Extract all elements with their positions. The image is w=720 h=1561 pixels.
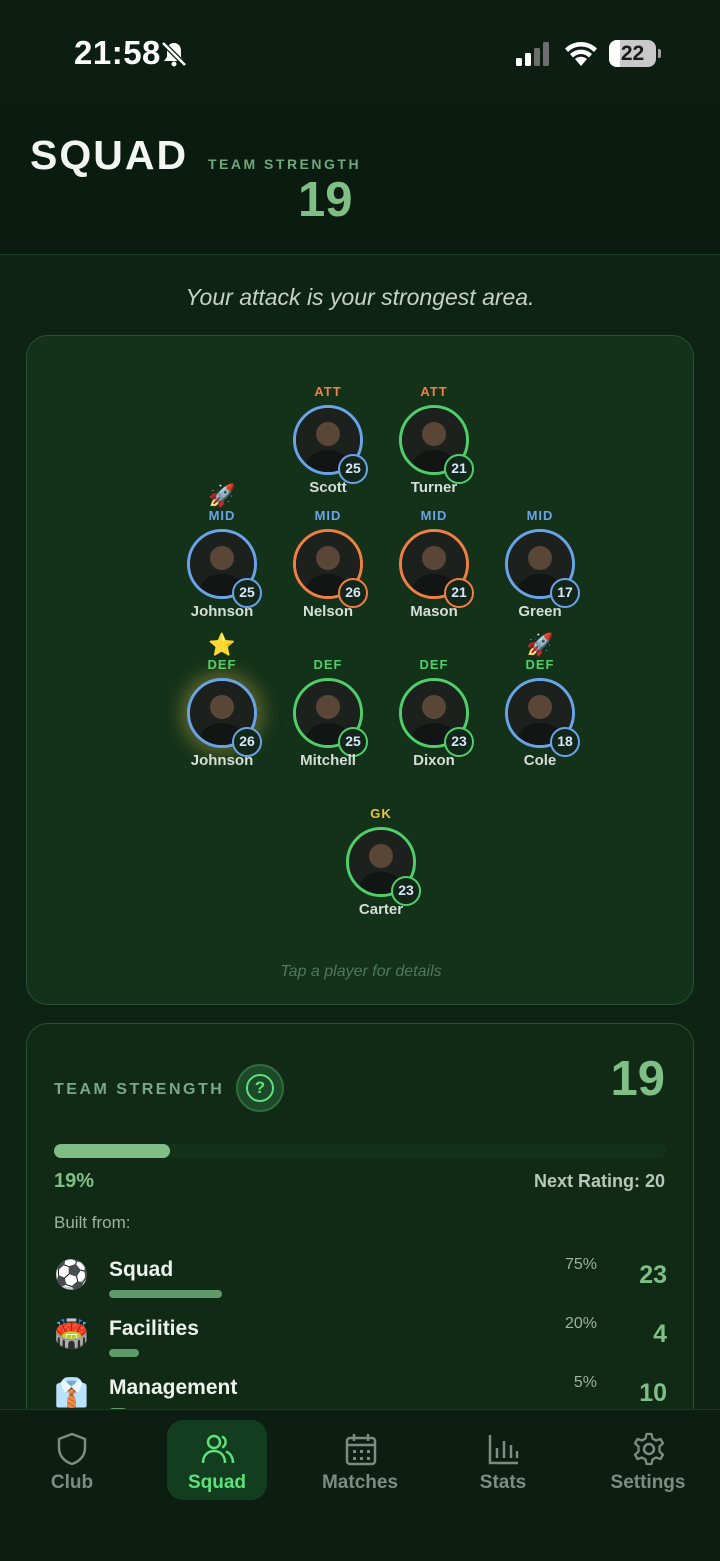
- shield-icon: [57, 1432, 87, 1466]
- player-position: MID: [526, 508, 554, 523]
- card-strength-value: 19: [610, 1052, 665, 1106]
- status-time: 21:58: [74, 34, 161, 71]
- player-name: Green: [518, 603, 562, 620]
- player-position: DEF: [313, 657, 343, 672]
- component-percent: 5%: [573, 1374, 597, 1391]
- player-position: MID: [208, 508, 236, 523]
- nav-label: Stats: [479, 1472, 527, 1493]
- nav-label: Settings: [610, 1472, 686, 1493]
- component-percent: 20%: [564, 1315, 597, 1332]
- player-name: Cole: [523, 752, 557, 769]
- team-strength-label: TEAM STRENGTH: [208, 156, 362, 172]
- player-name: Mitchell: [300, 752, 356, 769]
- strength-progress-text: 19%: [54, 1170, 95, 1192]
- component-value: 10: [639, 1379, 667, 1407]
- pitch-formation: Tap a player for details ATT 25 Scott ATT 21…: [26, 335, 694, 1005]
- player-position: GK: [370, 806, 392, 821]
- page-title: SQUAD: [30, 132, 189, 178]
- player-position: DEF: [525, 657, 555, 672]
- question-icon: ?: [246, 1074, 274, 1102]
- player-position: MID: [314, 508, 342, 523]
- nav-settings[interactable]: Settings: [598, 1420, 698, 1500]
- star-badge-icon: ⭐: [208, 632, 236, 657]
- player-name: Johnson: [190, 603, 254, 620]
- soccer-ball-icon: ⚽: [54, 1259, 89, 1290]
- component-row-facilities: 🏟️ Facilities 20% 4: [27, 1309, 693, 1365]
- status-bar: 21:58 22: [0, 0, 720, 105]
- team-strength-card: TEAM STRENGTH ? 19 19% Next Rating: 20 B…: [26, 1023, 694, 1443]
- player-name: Johnson: [190, 752, 254, 769]
- calendar-icon: [345, 1434, 377, 1466]
- rocket-badge-icon: 🚀: [208, 483, 236, 508]
- player-position: DEF: [419, 657, 449, 672]
- strength-progress-bar: [54, 1144, 666, 1158]
- signal-icon: [516, 42, 549, 66]
- player-position: DEF: [207, 657, 237, 672]
- component-value: 4: [653, 1320, 667, 1348]
- bell-slash-icon: [161, 41, 187, 67]
- component-value: 23: [639, 1261, 667, 1289]
- nav-matches[interactable]: Matches: [310, 1420, 410, 1500]
- nav-stats[interactable]: Stats: [453, 1420, 553, 1500]
- pitch-hint: Tap a player for details: [280, 963, 442, 980]
- player-name: Scott: [309, 479, 347, 496]
- card-label: TEAM STRENGTH: [54, 1081, 225, 1098]
- strength-progress-fill: [54, 1144, 171, 1158]
- nav-squad[interactable]: Squad: [167, 1420, 267, 1500]
- player-position: MID: [420, 508, 448, 523]
- help-button[interactable]: ?: [236, 1064, 284, 1112]
- battery-icon: 22: [609, 40, 661, 67]
- nav-club[interactable]: Club: [22, 1420, 122, 1500]
- component-name: Squad: [109, 1258, 174, 1281]
- nav-label: Matches: [321, 1472, 399, 1493]
- component-percent: 75%: [564, 1256, 597, 1273]
- strength-summary: Your attack is your strongest area.: [185, 284, 535, 310]
- player-name: Nelson: [302, 603, 353, 620]
- team-strength-value: 19: [298, 173, 353, 227]
- users-icon: [201, 1434, 235, 1464]
- next-rating: Next Rating: 20: [533, 1171, 665, 1191]
- stadium-icon: 🏟️: [54, 1318, 89, 1349]
- component-row-squad: ⚽ Squad 75% 23: [27, 1250, 693, 1306]
- component-name: Management: [109, 1376, 238, 1399]
- rocket-badge-icon: 🚀: [526, 632, 554, 657]
- player-name: Turner: [410, 479, 458, 496]
- component-name: Facilities: [109, 1317, 199, 1340]
- player-position: ATT: [314, 384, 342, 399]
- page-header: SQUAD TEAM STRENGTH 19: [0, 105, 720, 255]
- bottom-nav: Club Squad Matches Stats Settings: [0, 1409, 720, 1561]
- nav-label: Club: [50, 1472, 94, 1493]
- player-position: ATT: [420, 384, 448, 399]
- player-name: Carter: [358, 901, 404, 918]
- component-bar: [109, 1349, 139, 1357]
- built-from-label: Built from:: [54, 1213, 131, 1232]
- component-bar: [109, 1290, 222, 1298]
- nav-label: Squad: [187, 1472, 247, 1493]
- bar-chart-icon: [488, 1435, 519, 1465]
- manager-icon: 👔: [54, 1377, 89, 1408]
- battery-level: 22: [620, 42, 645, 65]
- player-name: Dixon: [413, 752, 455, 769]
- gear-icon: [633, 1432, 665, 1466]
- player-name: Mason: [410, 603, 458, 620]
- wifi-icon: [565, 42, 597, 66]
